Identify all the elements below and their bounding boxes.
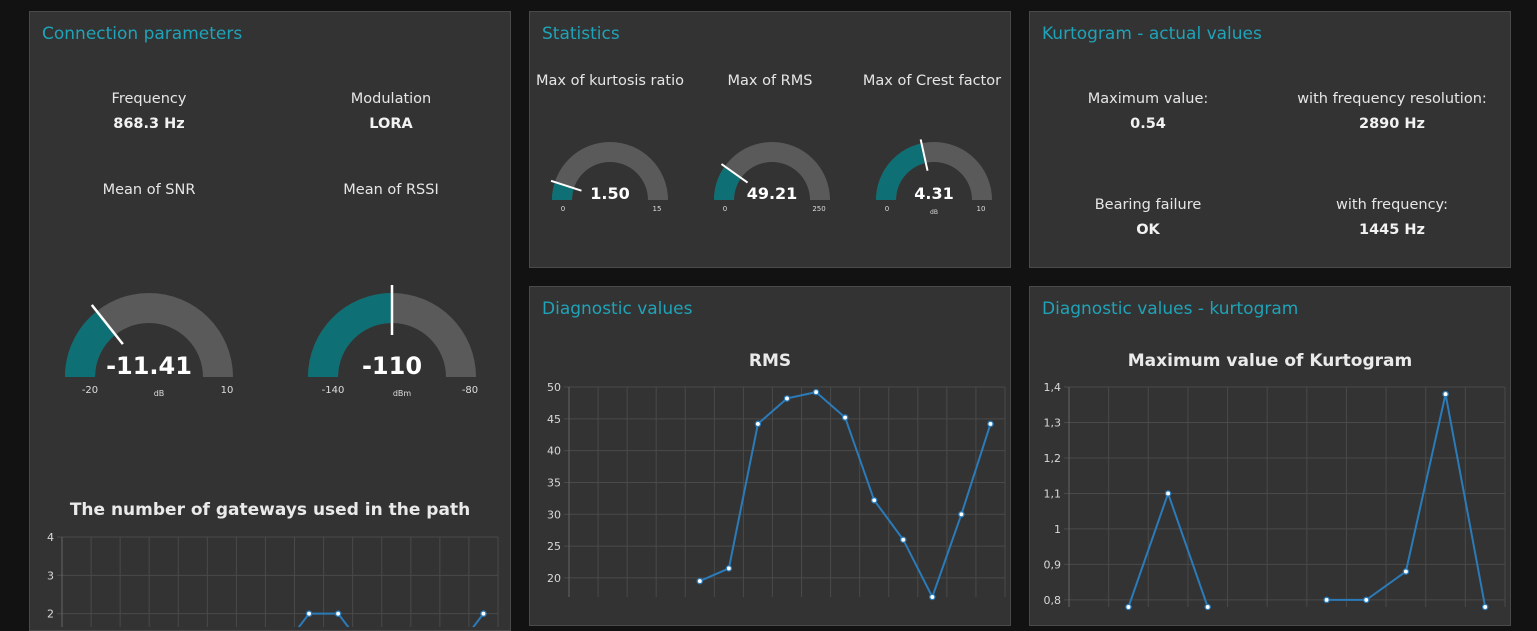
data-point [1402, 568, 1410, 575]
kurtogram-chart-title: Maximum value of Kurtogram [1127, 351, 1413, 371]
y-tick-label: 1,2 [1044, 452, 1062, 465]
series-line [1326, 393, 1487, 608]
rms-chart: 50 45 40 35 30 25 20 [547, 381, 1006, 601]
modulation-value: LORA [369, 116, 413, 132]
modulation-label: Modulation [350, 91, 432, 107]
with-frequency-value: 1445 Hz [1359, 222, 1425, 238]
kurtosis-label: Max of kurtosis ratio [535, 73, 684, 89]
kurtogram-values-panel: Kurtogram - actual values Maximum value:… [1029, 11, 1511, 268]
y-tick-label: 1,4 [1044, 381, 1062, 394]
crest-label: Max of Crest factor [862, 73, 1002, 89]
rms-gauge-value: 49.21 [747, 184, 798, 203]
maximum-value-label: Maximum value: [1087, 91, 1209, 107]
y-tick-label: 3 [47, 569, 54, 582]
bearing-failure-label: Bearing failure [1094, 197, 1202, 213]
statistics-panel: Statistics Max of kurtosis ratio Max of … [529, 11, 1011, 268]
y-tick-label: 1,1 [1044, 487, 1062, 500]
data-point [1442, 390, 1449, 398]
y-tick-label: 45 [547, 413, 561, 426]
data-point [1164, 490, 1172, 497]
data-point [870, 497, 878, 504]
rms-gauge-max: 250 [812, 205, 825, 213]
data-point [929, 593, 936, 601]
data-point [754, 420, 762, 428]
data-point [725, 565, 733, 572]
rssi-gauge-value: -110 [362, 352, 422, 380]
y-tick-label: 0,9 [1044, 558, 1062, 571]
snr-gauge-unit: dB [154, 389, 165, 398]
crest-gauge: 4.31 0 10 dB [876, 139, 992, 216]
connection-parameters-panel: Connection parameters Frequency 868.3 Hz… [29, 11, 511, 631]
diagnostic-values-panel: Diagnostic values RMS 50 45 40 35 30 25 20 [529, 286, 1011, 626]
data-point [696, 577, 704, 585]
y-tick-label: 1 [1054, 523, 1061, 536]
kurtogram-panel-title: Kurtogram - actual values [1042, 24, 1262, 44]
y-tick-label: 30 [547, 508, 561, 521]
bearing-failure-value: OK [1136, 222, 1160, 238]
crest-gauge-value: 4.31 [914, 184, 953, 203]
diagnostic-panel-title: Diagnostic values [542, 299, 693, 319]
y-tick-label: 20 [547, 572, 561, 585]
y-tick-label: 0,8 [1044, 594, 1062, 607]
crest-gauge-unit: dB [930, 209, 938, 216]
data-point [480, 610, 487, 617]
crest-gauge-max: 10 [977, 205, 986, 213]
kurtosis-gauge-min: 0 [561, 205, 565, 213]
data-point [783, 395, 791, 402]
data-point [1481, 603, 1489, 611]
data-point [987, 420, 994, 428]
data-point [1125, 603, 1132, 611]
data-point [305, 610, 313, 617]
gateways-chart-title: The number of gateways used in the path [69, 500, 471, 520]
snr-label: Mean of SNR [102, 182, 196, 198]
kurtosis-gauge: 1.50 0 15 [550, 142, 668, 213]
with-frequency-label: with frequency: [1336, 197, 1448, 213]
rssi-label: Mean of RSSI [343, 182, 439, 198]
y-tick-label: 4 [47, 531, 54, 544]
snr-gauge-value: -11.41 [106, 352, 192, 380]
y-tick-label: 35 [547, 476, 561, 489]
data-point [1363, 596, 1370, 604]
diagnostic-kurtogram-panel: Diagnostic values - kurtogram Maximum va… [1029, 286, 1511, 626]
maximum-value: 0.54 [1130, 116, 1166, 132]
rms-label: Max of RMS [727, 73, 813, 89]
data-point [1204, 603, 1211, 611]
data-point [900, 536, 907, 543]
rms-gauge: 49.21 0 250 [714, 142, 830, 213]
connection-panel-title: Connection parameters [42, 24, 243, 44]
y-tick-label: 50 [547, 381, 561, 394]
rssi-gauge-unit: dBm [393, 389, 412, 398]
diagnostic-kurtogram-title: Diagnostic values - kurtogram [1042, 299, 1299, 319]
crest-gauge-min: 0 [885, 205, 889, 213]
statistics-panel-title: Statistics [542, 24, 620, 44]
series-line [1127, 490, 1209, 608]
rssi-gauge-min: -140 [322, 385, 345, 396]
kurtosis-gauge-max: 15 [653, 205, 662, 213]
snr-gauge-min: -20 [82, 385, 98, 396]
y-tick-label: 25 [547, 540, 561, 553]
data-point [1323, 596, 1330, 604]
kurtosis-gauge-value: 1.50 [590, 184, 629, 203]
frequency-resolution-label: with frequency resolution: [1297, 91, 1487, 107]
y-tick-label: 1,3 [1044, 416, 1062, 429]
gateways-chart: 4 3 2 [47, 531, 499, 627]
data-point [841, 414, 849, 421]
rms-gauge-min: 0 [723, 205, 727, 213]
frequency-label: Frequency [111, 91, 187, 107]
frequency-resolution-value: 2890 Hz [1359, 116, 1425, 132]
rssi-gauge-max: -80 [462, 385, 478, 396]
frequency-value: 868.3 Hz [113, 116, 185, 132]
rms-chart-title: RMS [748, 351, 792, 371]
snr-gauge: -11.41 -20 10 dB [65, 293, 234, 398]
y-tick-label: 2 [47, 608, 54, 621]
y-tick-label: 40 [547, 445, 561, 458]
kurtogram-chart: 1,4 1,3 1,2 1,1 1 0,9 0,8 [1044, 381, 1506, 611]
rssi-gauge: -110 -140 -80 dBm [308, 285, 478, 398]
data-point [334, 610, 342, 617]
data-point [812, 388, 820, 396]
snr-gauge-max: 10 [221, 385, 234, 396]
data-point [958, 511, 965, 518]
